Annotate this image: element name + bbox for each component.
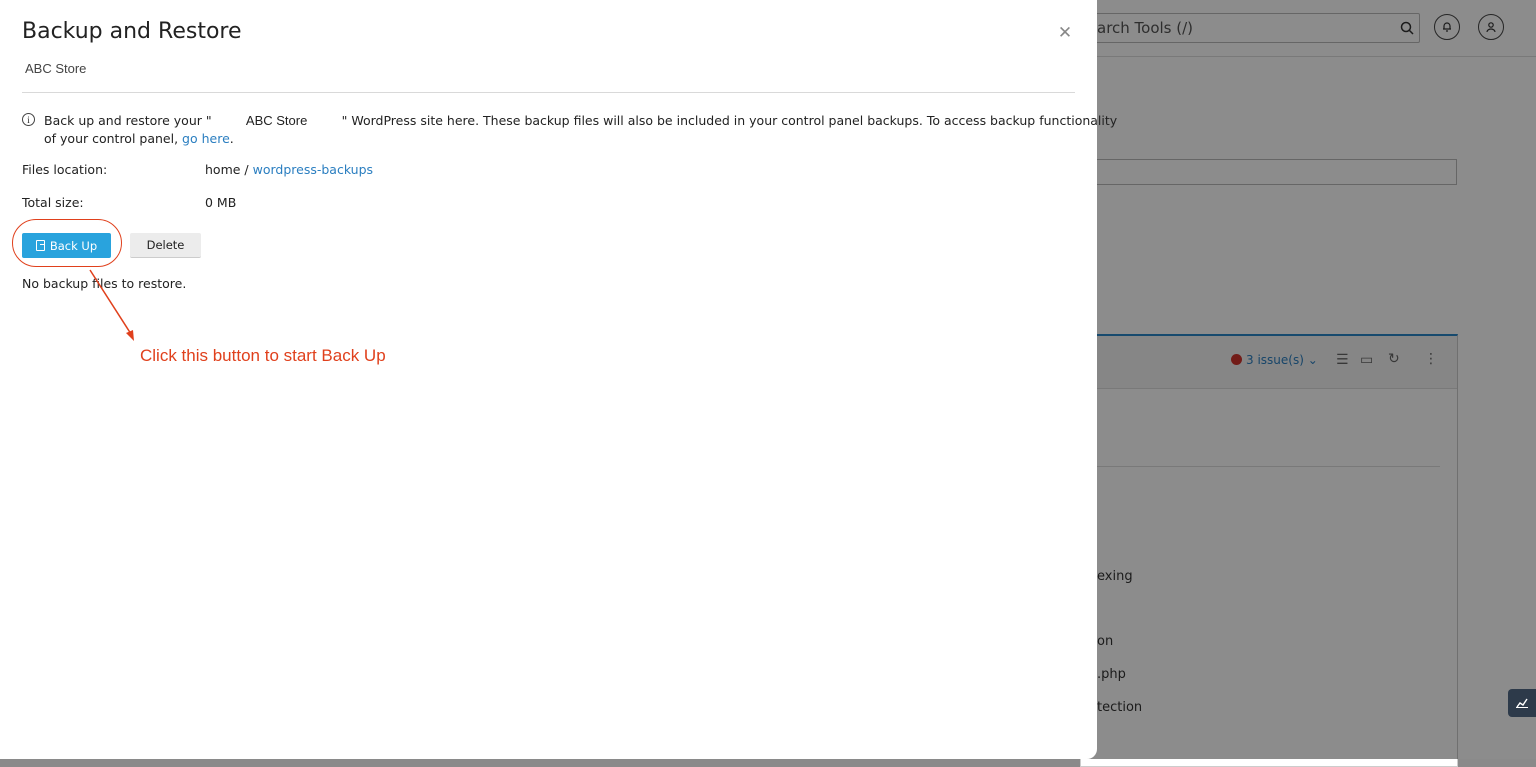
- files-location-value: home / wordpress-backups: [205, 162, 373, 177]
- info-line2-suffix: .: [229, 131, 234, 146]
- total-size-value: 0 MB: [205, 195, 237, 210]
- annotation-arrow: [89, 269, 134, 341]
- files-location-prefix: home /: [205, 162, 249, 177]
- annotation-text: Click this button to start Back Up: [140, 346, 386, 365]
- info-site-name: ABC Store: [245, 113, 308, 128]
- chart-icon[interactable]: [1508, 689, 1536, 717]
- wordpress-backups-link[interactable]: wordpress-backups: [253, 162, 373, 177]
- close-icon[interactable]: ✕: [1056, 24, 1074, 42]
- info-line-1: Back up and restore your " ABC Store " Wor…: [44, 112, 1117, 129]
- backup-restore-dialog: Backup and Restore ABC Store ✕ i Back up…: [0, 0, 1117, 759]
- info-suffix: " WordPress site here. These backup file…: [341, 113, 1118, 128]
